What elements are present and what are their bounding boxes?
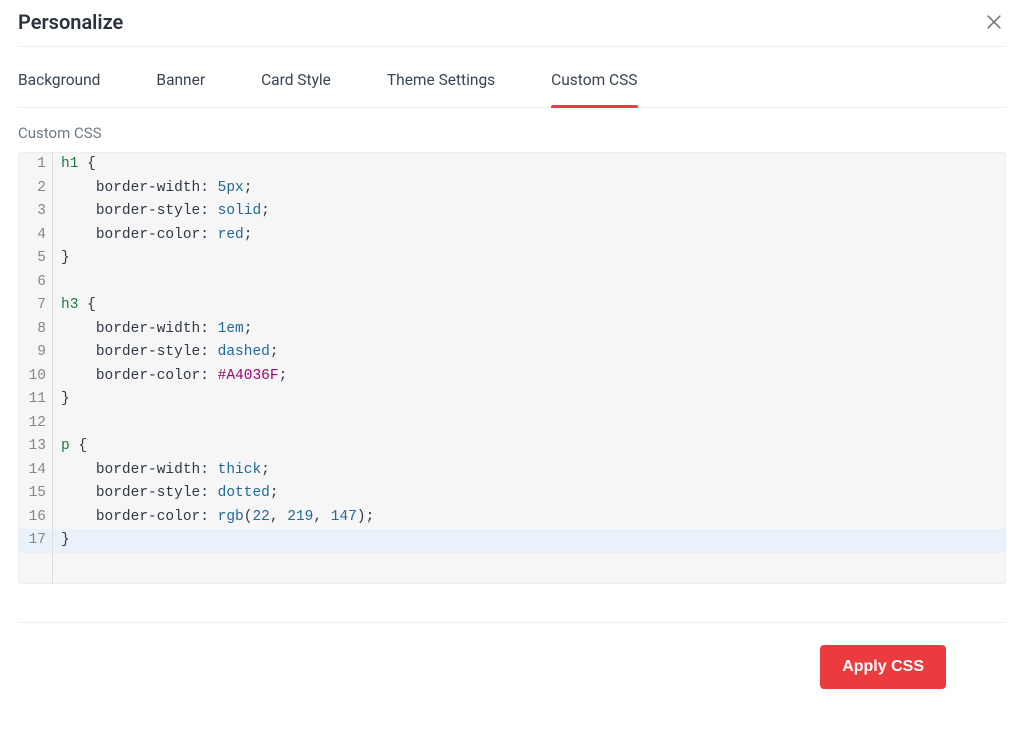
line-number: 3 — [19, 200, 53, 224]
section-label: Custom CSS — [18, 124, 1006, 142]
code-content[interactable]: p { — [53, 435, 1005, 459]
code-content[interactable]: h1 { — [53, 153, 1005, 177]
code-content[interactable]: } — [53, 388, 1005, 412]
line-number: 15 — [19, 482, 53, 506]
close-button[interactable] — [982, 10, 1006, 34]
line-number: 1 — [19, 153, 53, 177]
code-line[interactable]: 9 border-style: dashed; — [19, 341, 1005, 365]
code-content[interactable]: h3 { — [53, 294, 1005, 318]
dialog-header: Personalize — [18, 0, 1006, 46]
code-content[interactable] — [53, 271, 1005, 295]
code-content[interactable]: border-color: red; — [53, 224, 1005, 248]
code-content[interactable]: border-width: 5px; — [53, 177, 1005, 201]
line-number: 4 — [19, 224, 53, 248]
code-content[interactable]: border-color: rgb(22, 219, 147); — [53, 506, 1005, 530]
line-number: 12 — [19, 412, 53, 436]
code-content[interactable]: border-style: dashed; — [53, 341, 1005, 365]
personalize-dialog: Personalize Background Banner Card Style Th… — [0, 0, 1024, 689]
line-number: 7 — [19, 294, 53, 318]
close-icon — [984, 12, 1004, 32]
code-line[interactable]: 17} — [19, 529, 1005, 553]
line-number: 8 — [19, 318, 53, 342]
code-line[interactable]: 1h1 { — [19, 153, 1005, 177]
code-line[interactable]: 4 border-color: red; — [19, 224, 1005, 248]
dialog-footer: Apply CSS — [18, 623, 1006, 689]
line-number: 5 — [19, 247, 53, 271]
code-line[interactable]: 12 — [19, 412, 1005, 436]
code-content[interactable]: border-width: thick; — [53, 459, 1005, 483]
code-line[interactable]: 11} — [19, 388, 1005, 412]
code-content[interactable]: border-color: #A4036F; — [53, 365, 1005, 389]
line-number: 14 — [19, 459, 53, 483]
line-number: 11 — [19, 388, 53, 412]
tab-card-style[interactable]: Card Style — [261, 71, 331, 107]
line-number: 6 — [19, 271, 53, 295]
code-line[interactable]: 5} — [19, 247, 1005, 271]
code-line[interactable]: 8 border-width: 1em; — [19, 318, 1005, 342]
line-number: 16 — [19, 506, 53, 530]
code-line[interactable]: 3 border-style: solid; — [19, 200, 1005, 224]
line-number: 2 — [19, 177, 53, 201]
apply-css-button[interactable]: Apply CSS — [820, 645, 946, 689]
code-line[interactable]: 13p { — [19, 435, 1005, 459]
code-content[interactable]: } — [53, 529, 1005, 553]
code-line[interactable]: 6 — [19, 271, 1005, 295]
code-line[interactable]: 7h3 { — [19, 294, 1005, 318]
css-editor[interactable]: 1h1 {2 border-width: 5px;3 border-style:… — [18, 152, 1006, 584]
line-number: 13 — [19, 435, 53, 459]
code-content[interactable] — [53, 412, 1005, 436]
line-number: 17 — [19, 529, 53, 553]
line-number: 10 — [19, 365, 53, 389]
code-content[interactable]: } — [53, 247, 1005, 271]
dialog-title: Personalize — [18, 10, 123, 34]
tab-banner[interactable]: Banner — [156, 71, 205, 107]
code-content[interactable]: border-style: dotted; — [53, 482, 1005, 506]
code-line[interactable]: 10 border-color: #A4036F; — [19, 365, 1005, 389]
code-line[interactable]: 14 border-width: thick; — [19, 459, 1005, 483]
tabs: Background Banner Card Style Theme Settings… — [18, 47, 1006, 108]
tab-theme-settings[interactable]: Theme Settings — [387, 71, 495, 107]
code-line[interactable]: 2 border-width: 5px; — [19, 177, 1005, 201]
code-content[interactable]: border-style: solid; — [53, 200, 1005, 224]
code-line[interactable]: 16 border-color: rgb(22, 219, 147); — [19, 506, 1005, 530]
code-content[interactable]: border-width: 1em; — [53, 318, 1005, 342]
tab-custom-css[interactable]: Custom CSS — [551, 71, 637, 107]
line-number: 9 — [19, 341, 53, 365]
tab-background[interactable]: Background — [18, 71, 100, 107]
code-line[interactable]: 15 border-style: dotted; — [19, 482, 1005, 506]
